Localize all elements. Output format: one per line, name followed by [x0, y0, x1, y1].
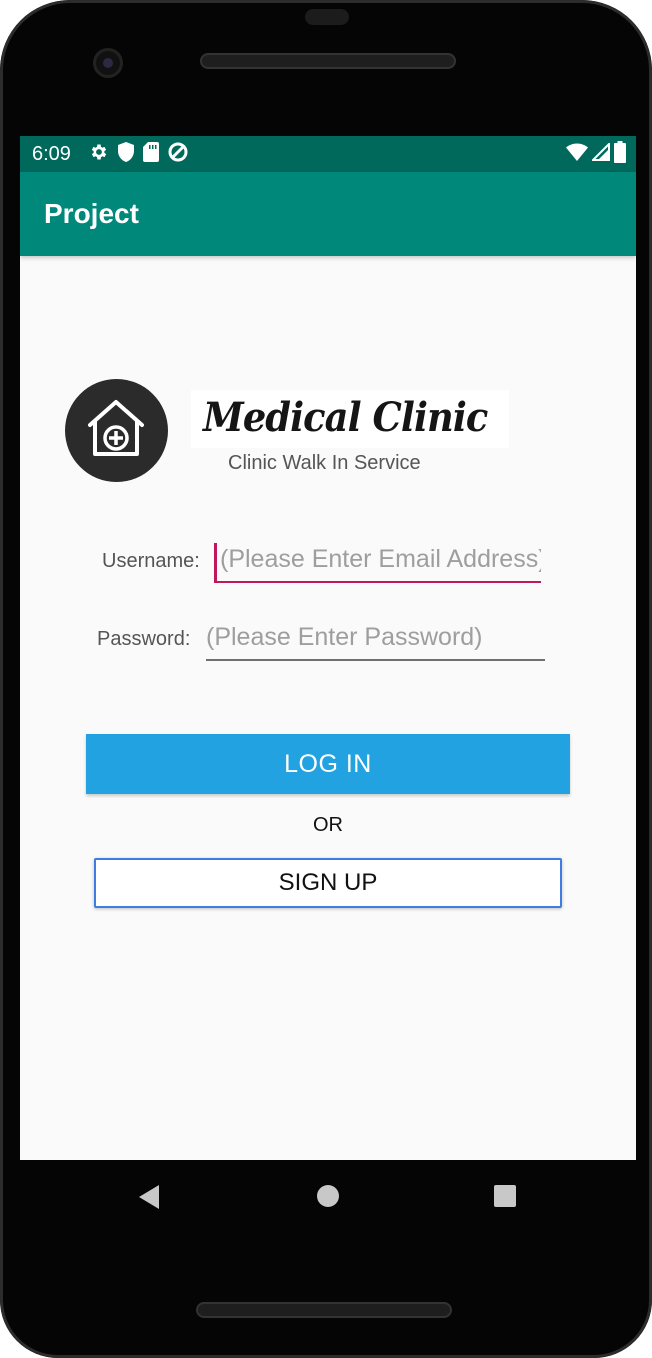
data-saver-icon: [167, 141, 189, 168]
battery-icon: [614, 140, 626, 168]
password-field: [206, 617, 545, 661]
username-input[interactable]: [214, 539, 541, 579]
username-label: Username:: [102, 550, 200, 572]
wifi-icon: [566, 143, 588, 166]
username-field: [214, 539, 541, 583]
earpiece-notch: [305, 9, 349, 25]
signal-icon: [590, 141, 610, 166]
home-icon[interactable]: [317, 1185, 339, 1207]
username-underline: [214, 581, 541, 583]
front-camera: [93, 48, 123, 78]
login-button[interactable]: LOG IN: [86, 734, 570, 794]
app-title: Project: [44, 198, 139, 229]
sd-card-icon: [143, 141, 159, 167]
phone-frame: 6:09 Project Medical Clinic Clinic Walk …: [0, 0, 652, 1358]
brand-subtitle: Clinic Walk In Service: [228, 452, 421, 474]
bottom-speaker: [196, 1302, 452, 1318]
home-plus-icon: [88, 400, 144, 456]
status-bar: 6:09: [20, 136, 636, 172]
password-underline: [206, 659, 545, 661]
top-speaker: [200, 53, 456, 69]
status-icons-right: [566, 140, 626, 168]
clinic-logo: [65, 379, 168, 482]
status-time: 6:09: [32, 143, 71, 165]
or-separator: OR: [313, 814, 343, 836]
app-bar: Project: [20, 172, 636, 256]
brand-logo: Medical Clinic: [191, 390, 509, 448]
password-input[interactable]: [206, 617, 545, 657]
brand-name: Medical Clinic: [203, 394, 488, 441]
recents-icon[interactable]: [494, 1185, 516, 1207]
signup-button[interactable]: SIGN UP: [94, 858, 562, 908]
screen: 6:09 Project Medical Clinic Clinic Walk …: [20, 136, 636, 1160]
settings-icon: [89, 142, 109, 167]
text-caret: [214, 543, 217, 581]
password-label: Password:: [97, 628, 191, 650]
back-icon[interactable]: [137, 1184, 161, 1210]
shield-icon: [117, 141, 135, 167]
status-icons-left: [89, 141, 189, 168]
